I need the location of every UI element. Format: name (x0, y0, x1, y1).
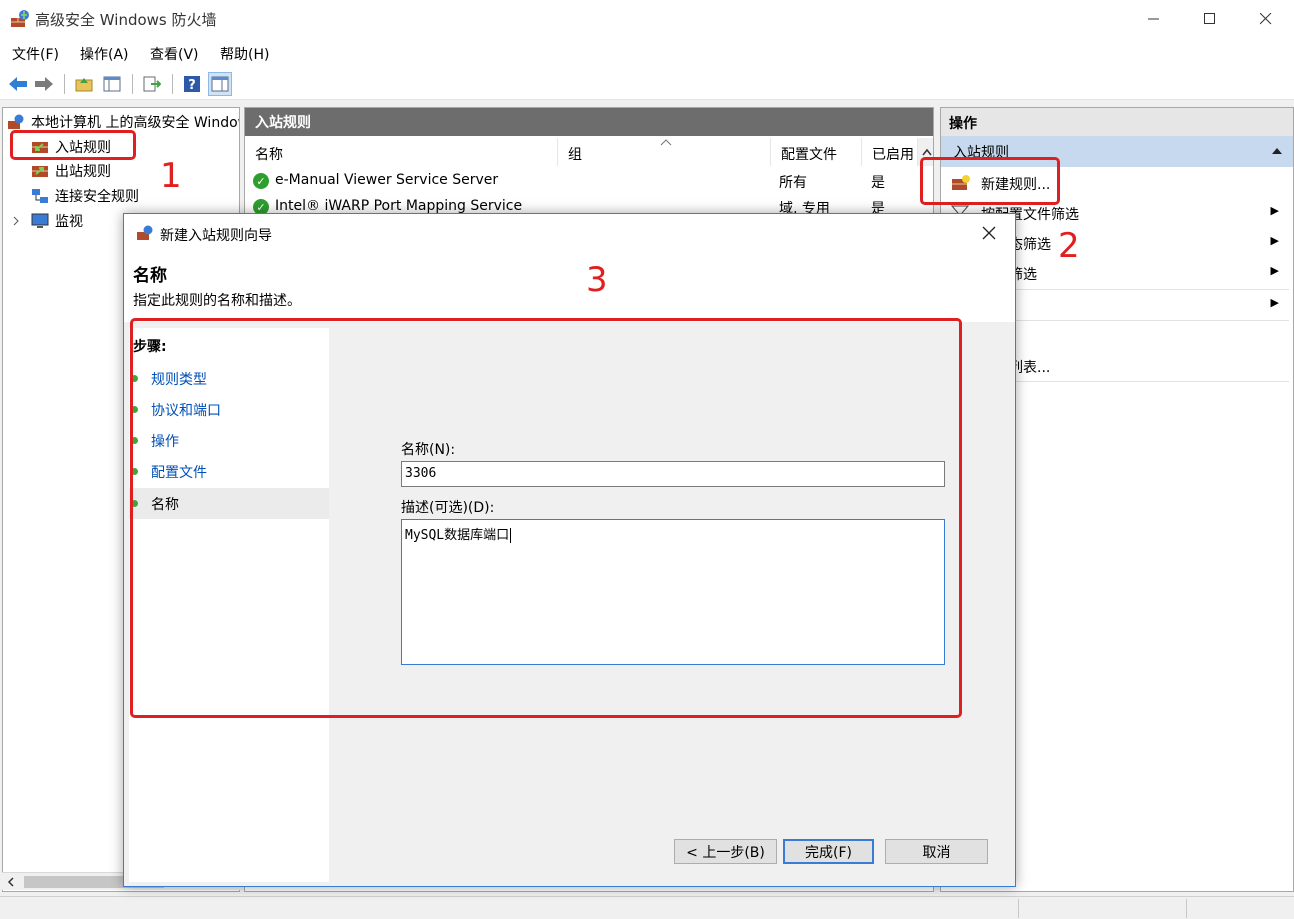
status-divider (1018, 899, 1019, 918)
finish-button[interactable]: 完成(F) (783, 839, 874, 864)
firewall-icon (8, 114, 24, 129)
show-hide-tree-button[interactable] (100, 72, 124, 96)
minimize-button[interactable] (1126, 0, 1182, 38)
firewall-icon (11, 10, 29, 27)
rule-name: Intel® iWARP Port Mapping Service (275, 198, 523, 214)
export-icon (143, 76, 161, 92)
cancel-button[interactable]: 取消 (885, 839, 988, 864)
rule-profile: 所有 (779, 175, 807, 191)
rule-enabled: 是 (871, 175, 885, 191)
folder-up-icon (75, 78, 93, 92)
help-button[interactable]: ? (180, 72, 204, 96)
maximize-button[interactable] (1182, 0, 1238, 38)
maximize-icon (1204, 13, 1215, 24)
chevron-right-icon[interactable] (11, 216, 21, 226)
tree-item-outbound-rules[interactable]: 出站规则 (31, 159, 111, 183)
annotation-number-2: 2 (1058, 226, 1080, 266)
status-divider (1186, 899, 1187, 918)
status-bar (0, 896, 1294, 919)
enabled-check-icon: ✓ (253, 173, 269, 189)
submenu-arrow-icon: ▶ (1270, 264, 1279, 277)
toolbar: ? (0, 68, 1294, 100)
pane-title: 入站规则 (245, 108, 933, 136)
menu-help[interactable]: 帮助(H) (220, 44, 269, 64)
back-step-button[interactable]: < 上一步(B) (674, 839, 777, 864)
column-header-profile[interactable]: 配置文件 (771, 138, 862, 166)
back-arrow-icon (9, 77, 27, 91)
toolbar-separator (132, 74, 133, 94)
submenu-arrow-icon: ▶ (1270, 234, 1279, 247)
tree-item-label: 出站规则 (55, 164, 111, 180)
dialog-title: 新建入站规则向导 (160, 228, 272, 244)
minimize-icon (1148, 18, 1159, 20)
svg-text:?: ? (188, 78, 196, 93)
outbound-rules-icon (32, 166, 48, 177)
menu-bar: 文件(F) 操作(A) 查看(V) 帮助(H) (0, 38, 1294, 68)
scroll-left-icon[interactable] (6, 877, 16, 887)
annotation-box-3 (130, 318, 962, 718)
export-button[interactable] (140, 72, 164, 96)
close-icon (1260, 13, 1272, 25)
tree-item-connection-security-rules[interactable]: 连接安全规则 (31, 184, 139, 208)
annotation-number-3: 3 (586, 260, 608, 300)
page-subtitle: 指定此规则的名称和描述。 (133, 293, 301, 309)
toolbar-separator (172, 74, 173, 94)
page-heading: 名称 (133, 266, 167, 286)
action-pane-icon (211, 76, 229, 92)
toolbar-separator (64, 74, 65, 94)
dialog-close-button[interactable] (982, 220, 996, 245)
table-row[interactable]: ✓ e-Manual Viewer Service Server 所有 是 (245, 168, 933, 194)
forward-arrow-icon (35, 77, 53, 91)
up-folder-button[interactable] (72, 72, 96, 96)
annotation-number-1: 1 (160, 156, 182, 196)
window-title: 高级安全 Windows 防火墙 (35, 11, 217, 29)
annotation-box-1 (10, 130, 136, 160)
menu-view[interactable]: 查看(V) (150, 44, 199, 64)
actions-title: 操作 (941, 108, 1293, 136)
column-header-enabled[interactable]: 已启用 (862, 138, 918, 166)
scroll-up-icon[interactable] (922, 148, 932, 156)
help-icon: ? (184, 76, 200, 93)
monitoring-icon (31, 213, 49, 228)
tree-item-monitoring[interactable]: 监视 (11, 209, 83, 233)
rule-name: e-Manual Viewer Service Server (275, 172, 499, 188)
console-tree-icon (103, 76, 121, 92)
submenu-arrow-icon: ▶ (1270, 296, 1279, 309)
column-header-name[interactable]: 名称 (245, 138, 558, 166)
back-button[interactable] (6, 72, 30, 96)
tree-item-label: 连接安全规则 (55, 189, 139, 205)
collapse-up-icon[interactable] (1271, 147, 1283, 155)
menu-action[interactable]: 操作(A) (80, 44, 129, 64)
forward-button[interactable] (32, 72, 56, 96)
submenu-arrow-icon: ▶ (1270, 204, 1279, 217)
tree-root-label: 本地计算机 上的高级安全 Windows (31, 115, 240, 131)
menu-file[interactable]: 文件(F) (12, 44, 59, 64)
show-action-pane-button[interactable] (208, 72, 232, 96)
sort-ascending-icon (660, 139, 672, 146)
annotation-box-2 (920, 157, 1060, 205)
connection-security-icon (32, 189, 48, 203)
close-icon (982, 226, 996, 240)
close-button[interactable] (1238, 0, 1294, 38)
firewall-icon (137, 225, 153, 240)
tree-item-label: 监视 (55, 214, 83, 230)
title-bar: 高级安全 Windows 防火墙 (0, 0, 1294, 38)
